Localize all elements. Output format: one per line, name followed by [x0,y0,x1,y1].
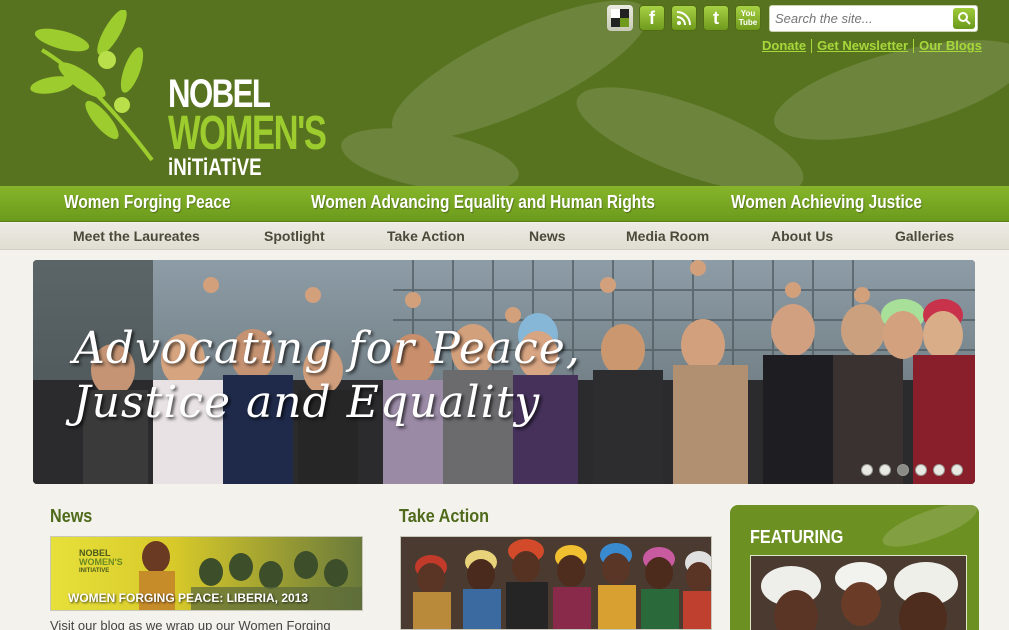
nav-galleries[interactable]: Galleries [895,228,954,244]
site-header: NOBEL WOMEN'S iNiTiATiVE f t You Tube Do… [0,0,1009,186]
search-box [769,5,978,32]
featuring-photo [751,556,966,630]
slide-dot[interactable] [879,464,891,476]
nav-media-room[interactable]: Media Room [626,228,709,244]
site-logo[interactable]: NOBEL WOMEN'S iNiTiATiVE [22,10,327,180]
youtube-icon[interactable]: You Tube [735,5,761,31]
utility-links: Donate Get Newsletter Our Blogs [762,38,982,53]
featuring-panel: FEATURING [730,505,979,630]
blogs-link[interactable]: Our Blogs [919,38,982,53]
news-image-logo: NOBEL WOMEN'S INITIATIVE [79,549,123,576]
nav-take-action[interactable]: Take Action [387,228,465,244]
donate-link[interactable]: Donate [762,38,806,53]
featuring-image[interactable] [750,555,967,630]
hero-headline-line1: Advocating for Peace, [73,323,581,374]
news-excerpt: Visit our blog as we wrap up our Women F… [50,618,331,630]
hero-slideshow[interactable]: Advocating for Peace, Justice and Equali… [33,260,975,484]
search-input[interactable] [770,6,946,31]
slideshow-pager [861,464,963,476]
secondary-navigation: Meet the Laureates Spotlight Take Action… [0,223,1009,250]
slide-dot[interactable] [861,464,873,476]
slide-dot[interactable] [933,464,945,476]
search-icon [957,12,971,25]
logo-line-initiative: iNiTiATiVE [168,154,262,181]
logo-line-nobel: NOBEL [168,72,271,116]
hero-headline: Advocating for Peace, Justice and Equali… [73,322,581,430]
slide-dot[interactable] [951,464,963,476]
twitter-glyph: t [713,7,719,28]
newsletter-link[interactable]: Get Newsletter [817,38,908,53]
take-action-image[interactable] [400,536,712,630]
nav-news[interactable]: News [529,228,566,244]
hero-headline-line2: Justice and Equality [73,377,541,428]
take-action-heading: Take Action [399,506,490,526]
slide-dot-active[interactable] [897,464,909,476]
nav-spotlight[interactable]: Spotlight [264,228,325,244]
olive-branch-icon [30,10,154,162]
featuring-heading: FEATURING [750,527,844,547]
nav-women-achieving-justice[interactable]: Women Achieving Justice [731,192,922,213]
youtube-glyph: You Tube [738,9,758,27]
logo-line-womens: WOMEN'S [168,107,327,160]
news-heading: News [50,506,93,526]
news-image[interactable]: NOBEL WOMEN'S INITIATIVE WOMEN FORGING P… [50,536,363,611]
search-button[interactable] [953,8,975,29]
twitter-icon[interactable]: t [703,5,729,31]
facebook-icon[interactable]: f [639,5,665,31]
divider [811,38,813,53]
take-action-photo [401,537,711,629]
divider [913,38,915,53]
news-image-logo-line3: INITIATIVE [79,568,110,574]
news-image-caption: WOMEN FORGING PEACE: LIBERIA, 2013 [68,591,309,605]
news-image-logo-line2: WOMEN'S [79,557,123,567]
social-links: f t You Tube [607,5,761,31]
rss-icon[interactable] [671,5,697,31]
nav-women-forging-peace[interactable]: Women Forging Peace [64,192,231,213]
delicious-icon[interactable] [607,5,633,31]
nav-meet-the-laureates[interactable]: Meet the Laureates [73,228,200,244]
main-navigation: Women Forging Peace Women Advancing Equa… [0,186,1009,222]
facebook-glyph: f [649,7,655,28]
nav-women-advancing-equality[interactable]: Women Advancing Equality and Human Right… [311,192,655,213]
logo-wordmark: NOBEL WOMEN'S iNiTiATiVE [168,74,387,180]
slide-dot[interactable] [915,464,927,476]
nav-about-us[interactable]: About Us [771,228,833,244]
